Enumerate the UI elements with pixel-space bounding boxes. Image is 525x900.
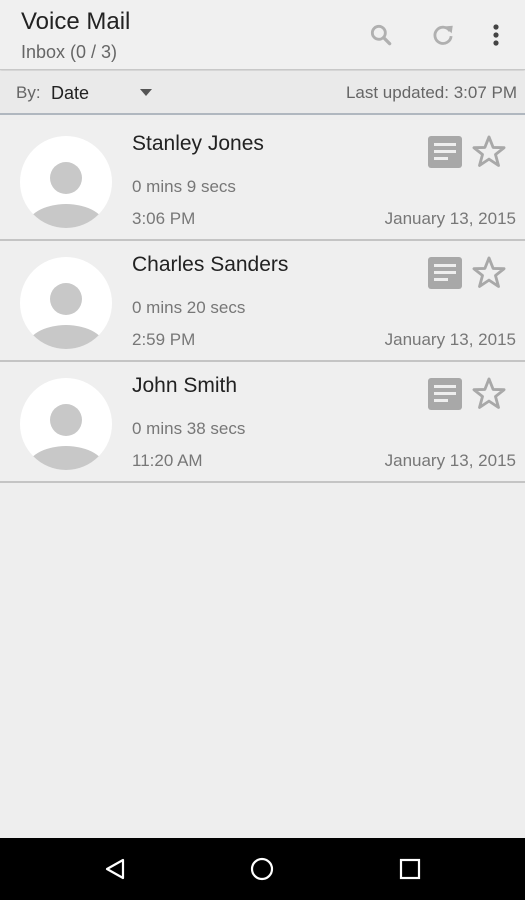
sort-by-label: By: (16, 83, 41, 102)
dropdown-caret-icon (140, 89, 152, 96)
caller-name: John Smith (132, 374, 238, 397)
star-icon[interactable] (469, 374, 509, 414)
message-duration: 0 mins 38 secs (132, 419, 246, 438)
search-icon[interactable] (363, 17, 399, 53)
action-bar: Voice Mail Inbox (0 / 3) (0, 0, 525, 70)
message-date: January 13, 2015 (384, 209, 516, 228)
voicemail-item[interactable]: Stanley Jones 0 mins 9 secs 3:06 PM Janu… (0, 120, 525, 241)
overflow-menu-icon[interactable] (478, 17, 514, 53)
app-title: Voice Mail (21, 8, 131, 35)
voicemail-item[interactable]: Charles Sanders 0 mins 20 secs 2:59 PM J… (0, 241, 525, 362)
message-date: January 13, 2015 (384, 451, 516, 470)
contact-avatar-icon (20, 257, 112, 349)
message-duration: 0 mins 9 secs (132, 177, 236, 196)
sort-bar: By: Date Last updated: 3:07 PM (0, 71, 525, 115)
caller-name: Stanley Jones (132, 132, 264, 155)
message-time: 3:06 PM (132, 209, 196, 228)
star-icon[interactable] (469, 253, 509, 293)
message-time: 2:59 PM (132, 330, 196, 349)
refresh-icon[interactable] (425, 17, 461, 53)
transcript-icon[interactable] (426, 375, 464, 413)
last-updated-text: Last updated: 3:07 PM (345, 83, 517, 102)
voicemail-item[interactable]: John Smith 0 mins 38 secs 11:20 AM Janua… (0, 362, 525, 483)
message-time: 11:20 AM (132, 451, 203, 470)
message-date: January 13, 2015 (384, 330, 516, 349)
sort-selected-value: Date (51, 83, 90, 103)
transcript-icon[interactable] (426, 133, 464, 171)
star-icon[interactable] (469, 132, 509, 172)
message-duration: 0 mins 20 secs (132, 298, 246, 317)
system-navigation-bar (0, 838, 525, 900)
home-icon[interactable] (242, 849, 282, 889)
contact-avatar-icon (20, 136, 112, 228)
recents-icon[interactable] (390, 849, 430, 889)
caller-name: Charles Sanders (132, 253, 289, 276)
contact-avatar-icon (20, 378, 112, 470)
inbox-count: Inbox (0 / 3) (21, 42, 118, 62)
transcript-icon[interactable] (426, 254, 464, 292)
sort-dropdown[interactable]: Date (45, 74, 160, 110)
voicemail-list: Stanley Jones 0 mins 9 secs 3:06 PM Janu… (0, 120, 525, 483)
back-icon[interactable] (95, 849, 135, 889)
